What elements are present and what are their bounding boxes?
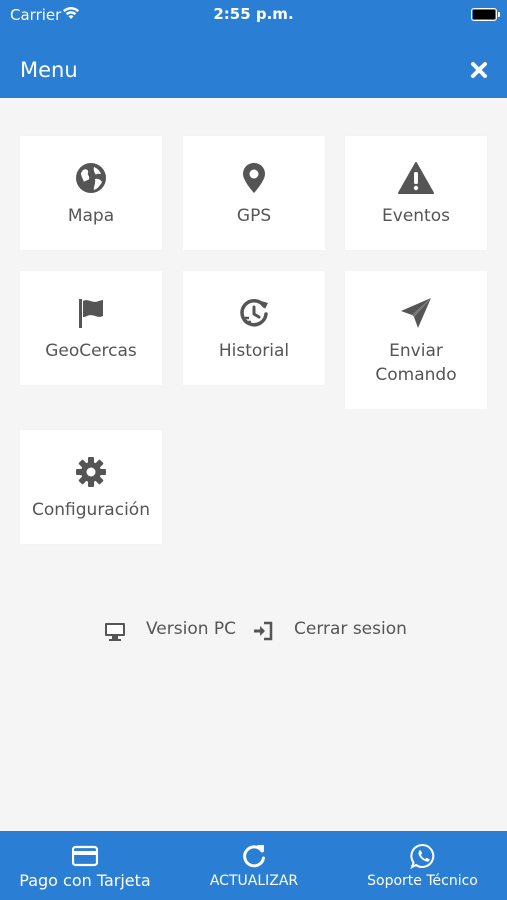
bottom-bar: Pago con Tarjeta ACTUALIZAR Soporte Técn… (0, 831, 507, 900)
status-bar: Carrier 2:55 p.m. (0, 0, 507, 30)
soporte-label: Soporte Técnico (367, 873, 478, 889)
soporte-tecnico-button[interactable]: Soporte Técnico (345, 831, 500, 900)
tile-eventos[interactable]: Eventos (345, 136, 487, 250)
tile-label: Eventos (382, 206, 450, 226)
refresh-icon (243, 845, 265, 868)
credit-card-icon (72, 845, 98, 867)
pago-con-tarjeta-button[interactable]: Pago con Tarjeta (0, 831, 170, 900)
footer-links: Version PC Cerrar sesion (0, 618, 507, 644)
flag-icon (79, 299, 103, 328)
desktop-icon (105, 623, 125, 641)
menu-header: Menu (0, 30, 507, 98)
tile-label: GeoCercas (45, 341, 137, 361)
cerrar-sesion-label: Cerrar sesion (294, 619, 407, 639)
version-pc-link[interactable]: Version PC (104, 618, 237, 644)
pago-label: Pago con Tarjeta (19, 871, 151, 890)
whatsapp-icon (409, 844, 434, 869)
version-pc-label: Version PC (146, 619, 237, 639)
send-icon (401, 298, 431, 328)
gear-icon (76, 457, 106, 487)
battery-icon (471, 8, 500, 21)
sign-out-icon (254, 621, 273, 641)
page-title: Menu (20, 58, 78, 82)
cerrar-sesion-link[interactable]: Cerrar sesion (252, 618, 412, 644)
tile-geocercas[interactable]: GeoCercas (20, 271, 162, 385)
tile-label: Configuración (32, 500, 150, 520)
tile-label: Enviar Comando (375, 341, 457, 385)
history-icon (240, 298, 268, 327)
map-pin-icon (243, 163, 265, 193)
warning-icon (398, 162, 434, 194)
tile-label: Mapa (67, 206, 115, 226)
tile-historial[interactable]: Historial (183, 271, 325, 385)
tile-label: GPS (236, 206, 272, 226)
tile-mapa[interactable]: Mapa (20, 136, 162, 250)
actualizar-label: ACTUALIZAR (209, 873, 299, 889)
actualizar-button[interactable]: ACTUALIZAR (180, 831, 328, 900)
tile-gps[interactable]: GPS (183, 136, 325, 250)
tile-label: Historial (218, 341, 290, 361)
status-time: 2:55 p.m. (213, 5, 294, 23)
close-icon[interactable] (469, 60, 489, 80)
tile-configuracion[interactable]: Configuración (20, 430, 162, 544)
globe-icon (76, 163, 106, 193)
tile-enviar-comando[interactable]: Enviar Comando (345, 271, 487, 409)
